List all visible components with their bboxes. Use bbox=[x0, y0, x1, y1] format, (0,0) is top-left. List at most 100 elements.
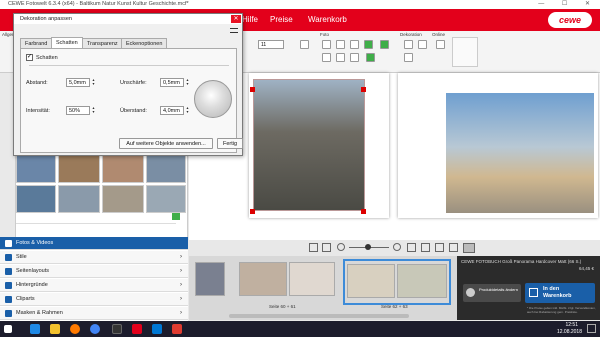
chevron-right-icon: › bbox=[180, 296, 182, 302]
shadow-checkbox-label: Schatten bbox=[36, 55, 58, 61]
resize-handle[interactable] bbox=[250, 87, 255, 92]
resize-handle[interactable] bbox=[361, 209, 366, 214]
menu-prices[interactable]: Preise bbox=[270, 15, 293, 24]
resize-handle[interactable] bbox=[250, 209, 255, 214]
nav-styles[interactable]: Stile › bbox=[0, 251, 188, 264]
overhang-input[interactable]: 4,0mm bbox=[160, 106, 184, 115]
photo-thumbnail[interactable] bbox=[146, 185, 186, 213]
terminal-icon[interactable] bbox=[112, 324, 122, 334]
blur-input[interactable]: 0,5mm bbox=[160, 78, 184, 87]
page-thumbnail[interactable] bbox=[347, 264, 395, 298]
edge-icon[interactable] bbox=[30, 324, 40, 334]
distance-spinner[interactable]: ▲ ▼ bbox=[91, 78, 96, 87]
frame-icon[interactable] bbox=[404, 40, 413, 49]
rotate-right-icon[interactable] bbox=[336, 40, 345, 49]
statue-photo[interactable] bbox=[253, 79, 365, 211]
album-page-left[interactable] bbox=[249, 73, 389, 218]
mail-icon[interactable] bbox=[152, 324, 162, 334]
cewe-app-icon[interactable] bbox=[132, 324, 142, 334]
menu-icon[interactable] bbox=[230, 28, 238, 33]
page-thumbnail[interactable] bbox=[289, 262, 335, 296]
photo-thumbnail[interactable] bbox=[16, 153, 56, 183]
overhang-spinner[interactable]: ▲ ▼ bbox=[185, 106, 190, 115]
chrome-icon[interactable] bbox=[90, 324, 100, 334]
shadow-direction-knob[interactable] bbox=[194, 80, 232, 118]
rotate-left-icon[interactable] bbox=[322, 40, 331, 49]
intensity-input[interactable]: 50% bbox=[66, 106, 90, 115]
page-label: Seite 62 + 63 bbox=[381, 304, 408, 309]
text-icon[interactable] bbox=[350, 53, 359, 62]
window-titlebar: CEWE Fotowelt 6.3.4 (x64) - Baltikum Nat… bbox=[0, 0, 600, 9]
distance-input[interactable]: 5,0mm bbox=[66, 78, 90, 87]
enhance-icon[interactable] bbox=[364, 40, 373, 49]
strip-scrollbar[interactable] bbox=[229, 314, 409, 318]
clock-date: 12.08.2018 bbox=[556, 329, 582, 335]
done-button[interactable]: Fertig bbox=[217, 138, 243, 149]
zoom-slider-thumb[interactable] bbox=[365, 244, 371, 250]
preview-icon[interactable] bbox=[435, 243, 444, 252]
add-to-cart-button[interactable]: In den Warenkorb bbox=[525, 283, 595, 303]
grid-view-icon[interactable] bbox=[463, 243, 475, 253]
nav-label: Hintergründe bbox=[16, 282, 48, 288]
photo-thumbnail[interactable] bbox=[102, 185, 144, 213]
mask-icon[interactable] bbox=[404, 53, 413, 62]
product-details-button[interactable]: Produktdetails ändern bbox=[463, 284, 521, 302]
media-icon[interactable] bbox=[172, 324, 182, 334]
diamond-icon[interactable] bbox=[452, 37, 478, 67]
album-page-right[interactable] bbox=[398, 73, 598, 218]
single-page-icon[interactable] bbox=[309, 243, 318, 252]
background-icon bbox=[5, 282, 12, 289]
notification-icon[interactable] bbox=[587, 324, 596, 333]
photo-thumbnail[interactable] bbox=[102, 153, 144, 183]
page-thumbnail[interactable] bbox=[397, 264, 447, 298]
decoration-dialog: Dekoration anpassen ✕ Farbrand Schatten … bbox=[13, 13, 243, 156]
photo-thumbnail[interactable] bbox=[58, 185, 100, 213]
nav-photos-videos[interactable]: Fotos & Videos bbox=[0, 237, 188, 250]
flip-icon[interactable] bbox=[322, 53, 331, 62]
shadow-icon[interactable] bbox=[366, 53, 375, 62]
photo-thumbnail[interactable] bbox=[146, 153, 186, 183]
photo-thumbnail[interactable] bbox=[58, 153, 100, 183]
firefox-icon[interactable] bbox=[70, 324, 80, 334]
menu-cart[interactable]: Warenkorb bbox=[308, 15, 347, 24]
file-explorer-icon[interactable] bbox=[50, 324, 60, 334]
blur-spinner[interactable]: ▲ ▼ bbox=[185, 78, 190, 87]
apply-to-other-objects-button[interactable]: Auf weitere Objekte anwenden... bbox=[119, 138, 213, 149]
building-photo[interactable] bbox=[446, 93, 594, 213]
windows-start-icon[interactable] bbox=[4, 325, 12, 333]
nav-masks-frames[interactable]: Masken & Rahmen › bbox=[0, 307, 188, 320]
photo-tools-bar bbox=[16, 223, 176, 235]
toolbar-group-online: Online bbox=[432, 32, 446, 37]
online-icon[interactable] bbox=[436, 40, 445, 49]
product-price: 64,45 € bbox=[578, 266, 594, 271]
nav-page-layouts[interactable]: Seitenlayouts › bbox=[0, 265, 188, 278]
clipart-icon[interactable] bbox=[418, 40, 427, 49]
fullscreen-icon[interactable] bbox=[421, 243, 430, 252]
nav-label: Masken & Rahmen bbox=[16, 310, 63, 316]
close-icon[interactable]: ✕ bbox=[231, 15, 241, 23]
gear-icon bbox=[466, 288, 475, 297]
mirror-icon[interactable] bbox=[336, 53, 345, 62]
zoom-in-icon[interactable] bbox=[393, 243, 401, 251]
resize-handle[interactable] bbox=[361, 87, 366, 92]
font-size-select[interactable]: 11 bbox=[258, 40, 284, 49]
intensity-spinner[interactable]: ▲ ▼ bbox=[91, 106, 96, 115]
nav-cliparts[interactable]: Cliparts › bbox=[0, 293, 188, 306]
window-controls[interactable]: — ☐ ✕ bbox=[538, 0, 598, 9]
fit-icon[interactable] bbox=[407, 243, 416, 252]
list-view-icon[interactable] bbox=[449, 243, 458, 252]
filter-icon[interactable] bbox=[380, 40, 389, 49]
zoom-out-icon[interactable] bbox=[337, 243, 345, 251]
photo-thumbnail[interactable] bbox=[16, 185, 56, 213]
menu-help[interactable]: Hilfe bbox=[242, 15, 258, 24]
nav-backgrounds[interactable]: Hintergründe › bbox=[0, 279, 188, 292]
shadow-checkbox[interactable]: ✓ bbox=[26, 54, 33, 61]
double-page-icon[interactable] bbox=[322, 243, 331, 252]
crop-icon[interactable] bbox=[350, 40, 359, 49]
page-thumbnail[interactable] bbox=[239, 262, 287, 296]
page-thumbnail[interactable] bbox=[195, 262, 225, 296]
bold-icon[interactable] bbox=[300, 40, 309, 49]
nav-label: Stile bbox=[16, 254, 27, 260]
nav-label: Fotos & Videos bbox=[16, 240, 54, 246]
cewe-logo: cewe bbox=[548, 12, 592, 28]
